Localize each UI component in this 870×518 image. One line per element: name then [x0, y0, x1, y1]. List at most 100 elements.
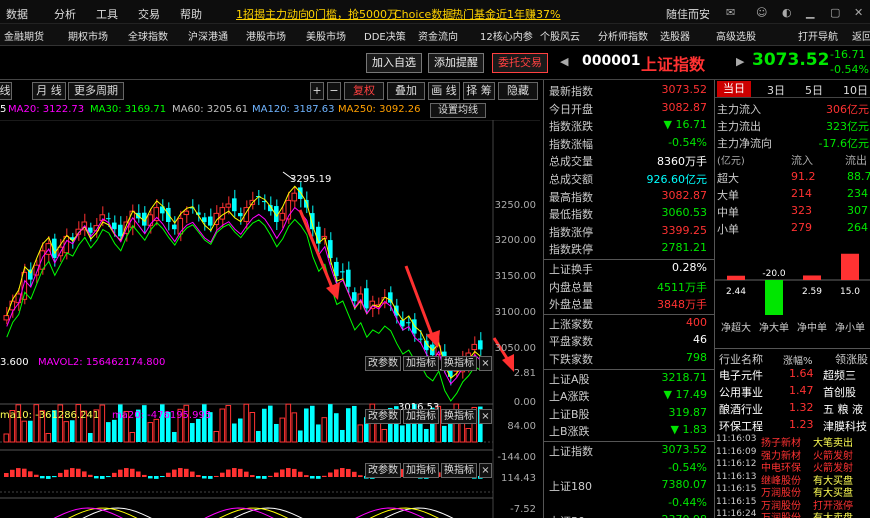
change-param-button[interactable]: 改参数 — [365, 356, 401, 371]
net-flow-bar — [841, 253, 859, 280]
stat-row: 指数涨幅 -0.54% — [547, 135, 711, 152]
menu-trade[interactable]: 交易 — [138, 6, 160, 22]
menu-tools[interactable]: 工具 — [96, 6, 118, 22]
ma250-label: MA250: 3092.26 — [338, 104, 421, 115]
stat-label: 最高指数 — [549, 190, 593, 204]
sector-leader: 首创股 — [823, 386, 856, 399]
nav-item[interactable]: 分析师指数 — [598, 28, 648, 43]
sector-pct: 1.47 — [789, 384, 814, 397]
close-indicator-icon[interactable]: × — [479, 356, 492, 371]
sector-row[interactable]: 酿酒行业 1.32 五 粮 液 — [715, 400, 870, 417]
sector-leader-header[interactable]: 领涨股 — [835, 351, 868, 367]
nav-item[interactable]: 美股市场 — [306, 28, 346, 43]
stat-value: 3073.52 — [661, 443, 708, 456]
change-param-button[interactable]: 改参数 — [365, 409, 401, 424]
fuquan-button[interactable]: 复权 — [344, 82, 384, 100]
nav-item[interactable]: 期权市场 — [68, 28, 108, 43]
restore-icon[interactable]: ▢ — [830, 6, 840, 19]
chip-button[interactable]: 择 筹 — [463, 82, 495, 100]
net-flow-bar-chart: 2.44 净超大 -20.0 净大单 2.59 净中单 15.0 净小单 — [715, 253, 870, 334]
candle-body — [118, 224, 123, 237]
zoom-in-button[interactable]: + — [310, 82, 324, 100]
sector-row[interactable]: 环保工程 1.23 津膜科技 — [715, 417, 870, 434]
nav-item[interactable]: 金融期货 — [4, 28, 44, 43]
promo-link-4[interactable]: 热门基金近1年赚37% — [452, 6, 560, 22]
sector-row[interactable]: 公用事业 1.47 首创股 — [715, 383, 870, 400]
account-name[interactable]: 随佳而安 — [666, 6, 710, 22]
volume-bar — [28, 420, 33, 442]
tab-today[interactable]: 当日 — [717, 81, 751, 97]
tab-month[interactable]: 月 线 — [32, 82, 66, 100]
zoom-out-button[interactable]: − — [327, 82, 341, 100]
sector-pct-header[interactable]: 涨幅% — [783, 352, 813, 367]
ma30-label: MA30: 3169.71 — [90, 104, 167, 115]
trade-button[interactable]: 委托交易 — [492, 53, 548, 73]
switch-indicator-button[interactable]: 换指标 — [441, 409, 477, 424]
tab-5day[interactable]: 5日 — [805, 82, 823, 98]
next-icon[interactable]: ▶ — [736, 55, 744, 68]
menu-analysis[interactable]: 分析 — [54, 6, 76, 22]
tab-week[interactable]: 线 — [0, 82, 12, 100]
ma-settings-button[interactable]: 设置均线 — [430, 103, 486, 118]
tick-event-row[interactable]: 11:16:15 万润股份 有大买盘 — [715, 484, 870, 499]
minimize-icon[interactable]: ▁ — [806, 6, 814, 19]
nav-item[interactable]: 高级选股 — [716, 28, 756, 43]
promo-link-1[interactable]: 1招揭主力动向 — [236, 6, 309, 22]
add-alert-button[interactable]: 添加提醒 — [428, 53, 484, 73]
prev-icon[interactable]: ◀ — [560, 55, 568, 68]
volume-bar — [3, 433, 10, 443]
menu-data[interactable]: 数据 — [6, 6, 28, 22]
tick-event-row[interactable]: 11:16:15 万润股份 打开涨停 — [715, 497, 870, 512]
close-indicator-icon[interactable]: × — [479, 409, 492, 424]
overlay-button[interactable]: 叠加 — [387, 82, 425, 100]
sector-name-header[interactable]: 行业名称 — [719, 351, 763, 367]
tab-10day[interactable]: 10日 — [843, 82, 868, 98]
y-tick: 3150.00 — [494, 271, 536, 282]
switch-indicator-button[interactable]: 换指标 — [441, 463, 477, 478]
stat-row: 上A涨跌 ▼ 17.49 — [547, 387, 711, 404]
mail-icon[interactable]: ✉ — [726, 6, 735, 19]
indicator2-bar — [136, 471, 141, 477]
add-watchlist-button[interactable]: 加入自选 — [366, 53, 422, 73]
close-indicator-icon[interactable]: × — [479, 463, 492, 478]
nav-item[interactable]: 打开导航 — [798, 28, 838, 43]
skin-icon[interactable]: ◐ — [782, 6, 792, 19]
change-param-button[interactable]: 改参数 — [365, 463, 401, 478]
nav-item[interactable]: 资金流向 — [418, 28, 458, 43]
draw-line-button[interactable]: 画 线 — [428, 82, 460, 100]
promo-link-2[interactable]: 0门槛，抢5000万 — [308, 6, 398, 22]
add-indicator-button[interactable]: 加指标 — [403, 409, 439, 424]
indicator2-bar — [268, 475, 273, 477]
nav-item[interactable]: 返回 — [852, 28, 870, 43]
tab-more-periods[interactable]: 更多周期 — [68, 82, 124, 100]
promo-link-3[interactable]: Choice数据 — [394, 6, 453, 22]
indicator2-bar — [340, 468, 345, 477]
indicator2-bar — [52, 476, 57, 478]
close-icon[interactable]: ✕ — [854, 6, 863, 19]
nav-item[interactable]: 沪深港通 — [188, 28, 228, 43]
tick-event-row[interactable]: 11:16:13 继峰股份 有大买盘 — [715, 472, 870, 487]
tick-event-row[interactable]: 11:16:24 万润股份 有大卖盘 — [715, 509, 870, 518]
menu-help[interactable]: 帮助 — [180, 6, 202, 22]
candle-body — [57, 246, 64, 257]
switch-indicator-button[interactable]: 换指标 — [441, 356, 477, 371]
add-indicator-button[interactable]: 加指标 — [403, 356, 439, 371]
ind2-ma20-label: ma20: -476195.995 — [112, 410, 212, 421]
tick-event-row[interactable]: 11:16:03 扬子新材 大笔卖出 — [715, 434, 870, 449]
nav-item[interactable]: 全球指数 — [128, 28, 168, 43]
nav-item[interactable]: 港股市场 — [246, 28, 286, 43]
tab-3day[interactable]: 3日 — [767, 82, 785, 98]
add-indicator-button[interactable]: 加指标 — [403, 463, 439, 478]
nav-item[interactable]: 个股风云 — [540, 28, 580, 43]
tick-event-row[interactable]: 11:16:12 中电环保 火箭发射 — [715, 459, 870, 474]
hide-button[interactable]: 隐藏 — [498, 82, 538, 100]
user-icon[interactable]: ☺ — [756, 6, 767, 19]
stat-row: 指数涨停 3399.25 — [547, 223, 711, 240]
nav-item[interactable]: 12核心内参 — [480, 28, 533, 43]
ind3-y-tick: 114.43 — [501, 473, 536, 484]
sector-row[interactable]: 电子元件 1.64 超频三 — [715, 366, 870, 383]
nav-item[interactable]: DDE决策 — [364, 28, 406, 43]
nav-item[interactable]: 选股器 — [660, 28, 690, 43]
kline-chart-area[interactable]: 线 月 线 更多周期 + − 复权 叠加 画 线 择 筹 隐藏 5 MA20: … — [0, 80, 540, 518]
tick-event-row[interactable]: 11:16:09 强力新材 火箭发射 — [715, 447, 870, 462]
